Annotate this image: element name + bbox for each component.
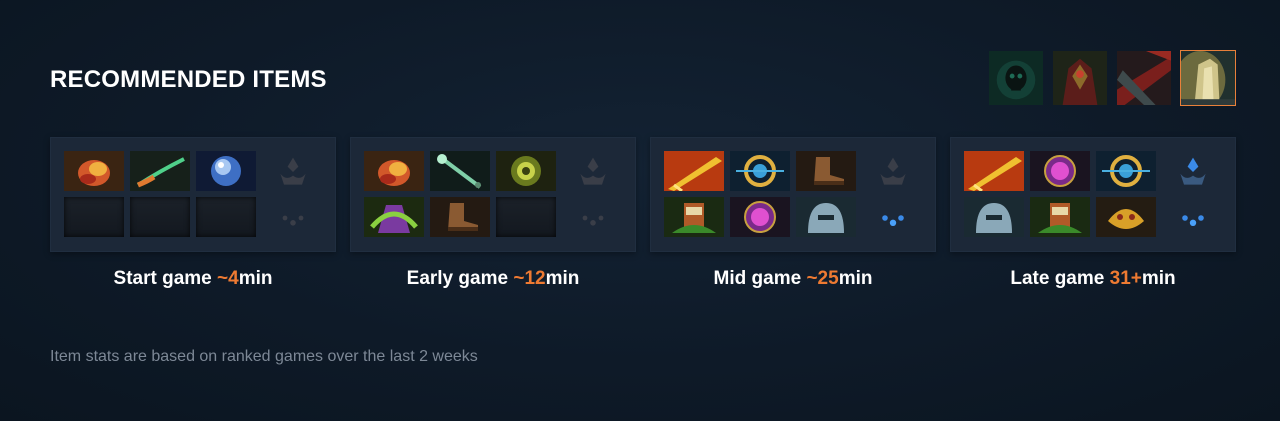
green-cloak-item-icon[interactable] xyxy=(364,197,424,237)
phase-name: Late game xyxy=(1010,268,1105,289)
crimson-armored-hero-icon[interactable] xyxy=(1052,50,1108,106)
phase-label: Start game ~4min xyxy=(50,268,336,290)
purple-orb-item-icon[interactable] xyxy=(1030,151,1090,191)
healing-branch-item-icon[interactable] xyxy=(130,151,190,191)
phase-label: Mid game ~25min xyxy=(650,268,936,290)
phase-early-game: Early game ~12min xyxy=(350,137,636,290)
phase-name: Early game xyxy=(406,268,509,289)
phase-name: Mid game xyxy=(713,268,802,289)
phase-late-game: Late game 31+min xyxy=(950,137,1236,290)
item-stats-footnote: Item stats are based on ranked games ove… xyxy=(50,348,478,365)
neutral-tier-dots-icon xyxy=(273,198,313,238)
purple-orb-item-icon[interactable] xyxy=(730,197,790,237)
item-build-panel xyxy=(650,137,936,252)
neutral-tier-dots-icon xyxy=(1173,198,1213,238)
item-build-panel xyxy=(950,137,1236,252)
phase-time: ~25 xyxy=(806,268,839,289)
phase-name: Start game xyxy=(113,268,212,289)
red-blade-hero-icon[interactable] xyxy=(1116,50,1172,106)
leather-boots-item-icon[interactable] xyxy=(796,151,856,191)
green-lantern-item-icon[interactable] xyxy=(664,197,724,237)
green-staff-item-icon[interactable] xyxy=(430,151,490,191)
phase-start-game: Start game ~4min xyxy=(50,137,336,290)
empty-item-slot xyxy=(64,197,124,237)
phase-time: 31+ xyxy=(1109,268,1142,289)
phase-time-unit: min xyxy=(1141,268,1176,289)
neutral-tier-dots-icon xyxy=(573,198,613,238)
section-title: RECOMMENDED ITEMS xyxy=(50,66,327,93)
blue-gold-amulet-item-icon[interactable] xyxy=(1096,151,1156,191)
golden-gear-item-icon[interactable] xyxy=(496,151,556,191)
neutral-item-slot-icon xyxy=(1173,152,1213,192)
item-build-panel xyxy=(50,137,336,252)
golden-tower-hero-icon[interactable] xyxy=(1180,50,1236,106)
silver-helm-item-icon[interactable] xyxy=(964,197,1024,237)
blue-orb-item-icon[interactable] xyxy=(196,151,256,191)
hero-portrait-selector xyxy=(988,50,1236,106)
leather-boots-item-icon[interactable] xyxy=(430,197,490,237)
phase-label: Early game ~12min xyxy=(350,268,636,290)
golden-sword-item-icon[interactable] xyxy=(964,151,1024,191)
phase-time-unit: min xyxy=(838,268,873,289)
phase-time: ~12 xyxy=(513,268,546,289)
item-build-panel xyxy=(350,137,636,252)
neutral-tier-dots-icon xyxy=(873,198,913,238)
empty-item-slot xyxy=(196,197,256,237)
golden-mask-item-icon[interactable] xyxy=(1096,197,1156,237)
orange-tango-item-icon[interactable] xyxy=(64,151,124,191)
silver-helm-item-icon[interactable] xyxy=(796,197,856,237)
neutral-item-slot-icon xyxy=(273,152,313,192)
empty-item-slot xyxy=(496,197,556,237)
blue-gold-amulet-item-icon[interactable] xyxy=(730,151,790,191)
orange-tango-item-icon[interactable] xyxy=(364,151,424,191)
empty-item-slot xyxy=(130,197,190,237)
phase-label: Late game 31+min xyxy=(950,268,1236,290)
neutral-item-slot-icon xyxy=(573,152,613,192)
phase-time: ~4 xyxy=(217,268,239,289)
green-lantern-item-icon[interactable] xyxy=(1030,197,1090,237)
golden-sword-item-icon[interactable] xyxy=(664,151,724,191)
phase-time-unit: min xyxy=(238,268,273,289)
dark-skull-hero-icon[interactable] xyxy=(988,50,1044,106)
phase-time-unit: min xyxy=(545,268,580,289)
item-phases: Start game ~4min Early game ~12min Mid g… xyxy=(50,137,1236,290)
neutral-item-slot-icon xyxy=(873,152,913,192)
phase-mid-game: Mid game ~25min xyxy=(650,137,936,290)
